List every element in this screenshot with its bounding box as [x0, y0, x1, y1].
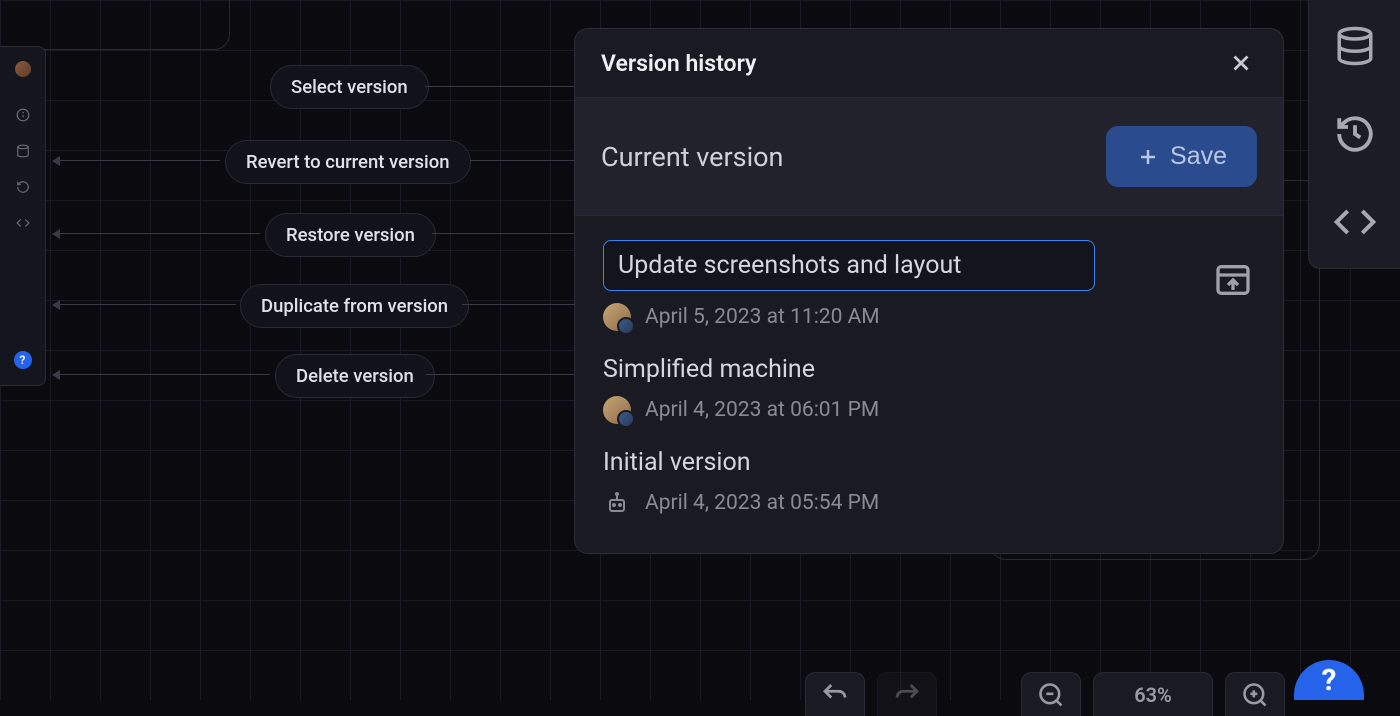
connector-line — [60, 374, 270, 375]
restore-button[interactable] — [1211, 258, 1255, 302]
version-timestamp: April 5, 2023 at 11:20 AM — [645, 305, 880, 329]
version-name-input[interactable]: Update screenshots and layout — [603, 240, 1095, 291]
close-button[interactable] — [1225, 47, 1257, 79]
connector-line — [60, 233, 260, 234]
bot-icon — [603, 489, 631, 517]
left-toolbar: ? — [0, 46, 46, 386]
action-select-version[interactable]: Select version — [270, 65, 429, 109]
connector-line — [425, 86, 574, 87]
version-timestamp: April 4, 2023 at 06:01 PM — [645, 398, 879, 422]
help-icon[interactable]: ? — [14, 351, 32, 369]
version-list: Update screenshots and layout April 5, 2… — [575, 216, 1283, 553]
connector-line — [60, 304, 236, 305]
save-button-label: Save — [1170, 142, 1227, 171]
history-icon[interactable] — [8, 172, 38, 202]
panel-title: Version history — [601, 50, 756, 77]
connector-line — [462, 304, 574, 305]
connector-line — [426, 374, 574, 375]
avatar[interactable] — [15, 61, 31, 77]
zoom-level[interactable]: 63% — [1093, 672, 1213, 716]
pill-label: Restore version — [286, 224, 415, 246]
zoom-out-button[interactable] — [1021, 672, 1081, 716]
database-icon[interactable] — [8, 136, 38, 166]
pill-label: Revert to current version — [246, 151, 450, 173]
version-name: Simplified machine — [603, 355, 1255, 384]
bottom-bar: 63% — [805, 672, 1285, 700]
database-icon[interactable] — [1333, 24, 1377, 68]
version-meta: April 4, 2023 at 05:54 PM — [603, 489, 1255, 517]
version-timestamp: April 4, 2023 at 05:54 PM — [645, 491, 879, 515]
version-meta: April 4, 2023 at 06:01 PM — [603, 396, 1255, 424]
plus-icon — [1136, 145, 1160, 169]
connector-line — [470, 160, 574, 161]
pill-label: Duplicate from version — [261, 295, 448, 317]
version-item[interactable]: Update screenshots and layout April 5, 2… — [593, 228, 1265, 343]
connector-line — [432, 233, 574, 234]
right-toolbar — [1308, 0, 1400, 269]
version-history-panel: Version history Current version Save Upd… — [574, 28, 1284, 554]
undo-button[interactable] — [805, 672, 865, 716]
avatar — [603, 303, 631, 331]
current-version-label: Current version — [601, 141, 783, 173]
action-delete-version[interactable]: Delete version — [275, 354, 435, 398]
save-button[interactable]: Save — [1106, 126, 1257, 187]
zoom-in-button[interactable] — [1225, 672, 1285, 716]
avatar — [603, 396, 631, 424]
code-icon[interactable] — [1333, 200, 1377, 244]
version-item[interactable]: Initial version April 4, 2023 at 05:54 P… — [593, 436, 1265, 529]
canvas-node — [0, 0, 230, 50]
version-item[interactable]: Simplified machine April 4, 2023 at 06:0… — [593, 343, 1265, 436]
code-icon[interactable] — [8, 208, 38, 238]
panel-header: Version history — [575, 29, 1283, 98]
connector-line — [60, 160, 220, 161]
redo-button[interactable] — [877, 672, 937, 716]
action-restore-version[interactable]: Restore version — [265, 213, 436, 257]
zoom-label: 63% — [1134, 683, 1172, 707]
info-icon[interactable] — [8, 100, 38, 130]
version-meta: April 5, 2023 at 11:20 AM — [603, 303, 1211, 331]
pill-label: Select version — [291, 76, 408, 98]
action-duplicate-version[interactable]: Duplicate from version — [240, 284, 469, 328]
pill-label: Delete version — [296, 365, 414, 387]
current-version-row: Current version Save — [575, 98, 1283, 216]
history-icon[interactable] — [1333, 112, 1377, 156]
version-name: Initial version — [603, 448, 1255, 477]
action-revert-version[interactable]: Revert to current version — [225, 140, 471, 184]
